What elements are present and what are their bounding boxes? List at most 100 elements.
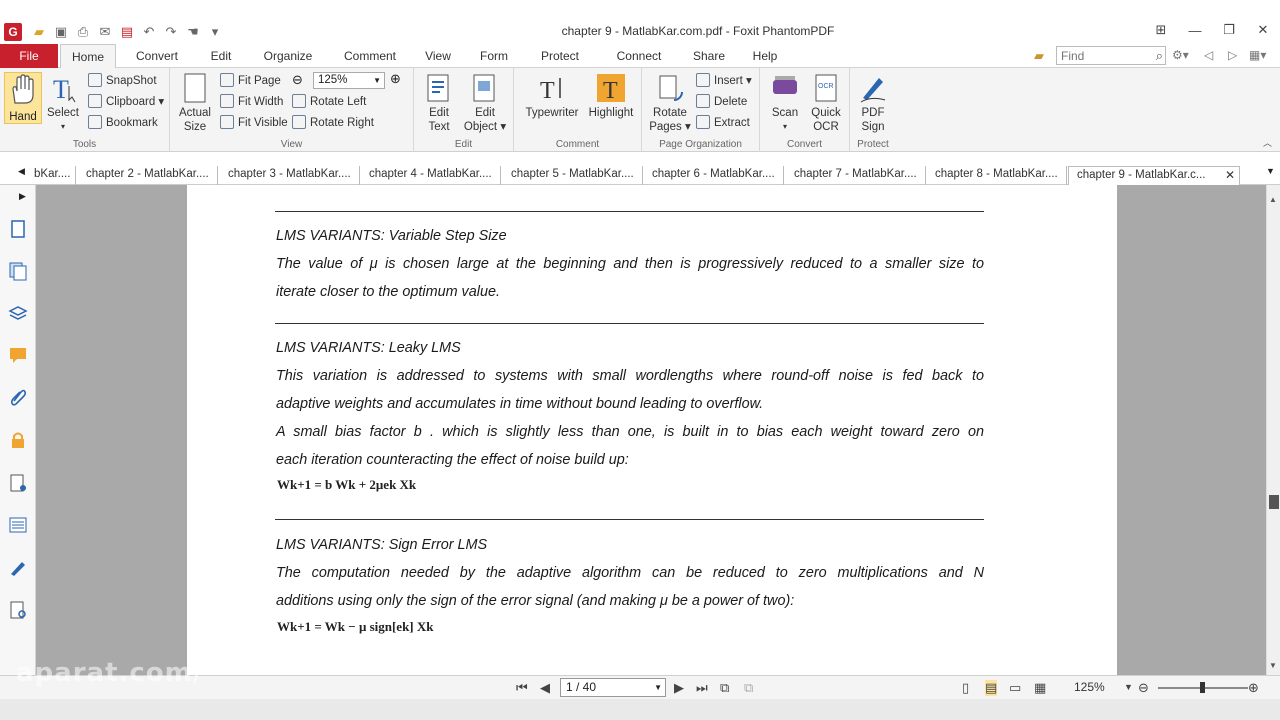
tab-protect[interactable]: Protect: [534, 44, 586, 68]
doc-tab-5[interactable]: chapter 5 - MatlabKar....: [503, 166, 643, 185]
facing-page-icon[interactable]: ▭: [1009, 680, 1021, 696]
zoom-level[interactable]: 125%: [1074, 680, 1105, 694]
hand-tool-button[interactable]: Hand: [4, 72, 42, 124]
fit-visible-button[interactable]: Fit Visible: [220, 114, 288, 132]
zoom-out-icon[interactable]: ⊖: [1138, 680, 1149, 696]
bookmark-button[interactable]: Bookmark: [88, 114, 158, 132]
next-page-icon[interactable]: ▶: [674, 680, 684, 696]
last-page-icon[interactable]: ⏭: [696, 680, 708, 696]
scroll-down-icon[interactable]: ▼: [1269, 661, 1277, 670]
tab-share[interactable]: Share: [688, 44, 730, 68]
find-input[interactable]: [1057, 47, 1145, 64]
edit-object-button[interactable]: Edit Object ▾: [462, 72, 508, 134]
single-page-icon[interactable]: ▯: [962, 680, 969, 696]
vertical-scrollbar[interactable]: ▲ ▼: [1266, 185, 1280, 675]
doc-tab-1[interactable]: bKar....: [26, 166, 76, 185]
layers-pages-icon[interactable]: [8, 261, 28, 281]
zoom-out-icon[interactable]: ⊖: [292, 72, 303, 88]
tab-home[interactable]: Home: [60, 44, 116, 69]
tab-edit[interactable]: Edit: [203, 44, 239, 68]
doc-tab-2[interactable]: chapter 2 - MatlabKar....: [78, 166, 218, 185]
snapshot-button[interactable]: SnapShot: [88, 72, 157, 90]
doc-tab-4[interactable]: chapter 4 - MatlabKar....: [361, 166, 501, 185]
fit-width-button[interactable]: Fit Width: [220, 93, 283, 111]
close-button[interactable]: ✕: [1246, 20, 1280, 40]
ocr-icon: OCR: [815, 74, 837, 102]
group-convert: Scan ▾ OCR Quick OCR Convert: [760, 68, 850, 152]
paragraph-line: each iteration counteracting the effect …: [276, 452, 629, 468]
signatures-icon[interactable]: [8, 558, 28, 578]
attachments-icon[interactable]: [8, 387, 28, 407]
collapse-ribbon-icon[interactable]: ︿: [1263, 136, 1272, 149]
scroll-up-icon[interactable]: ▲: [1269, 195, 1277, 204]
insert-button[interactable]: Insert ▾: [696, 72, 752, 90]
folder-search-icon[interactable]: ▰: [1034, 48, 1044, 64]
tabs-scroll-left-icon[interactable]: ◀: [18, 166, 25, 177]
layout-icon[interactable]: ▦▾: [1249, 48, 1266, 62]
fit-page-button[interactable]: Fit Page: [220, 72, 281, 90]
tab-organize[interactable]: Organize: [256, 44, 320, 68]
rotate-pages-button[interactable]: Rotate Pages ▾: [646, 72, 694, 134]
security-lock-icon[interactable]: [8, 430, 28, 450]
next-view-icon[interactable]: ⧉: [744, 680, 753, 696]
tab-connect[interactable]: Connect: [610, 44, 668, 68]
close-tab-icon[interactable]: ✕: [1225, 167, 1235, 184]
previous-page-icon[interactable]: ◀: [540, 680, 550, 696]
scroll-thumb[interactable]: [1269, 495, 1279, 509]
pdf-sign-button[interactable]: PDF Sign: [856, 72, 890, 134]
continuous-page-icon[interactable]: ▤: [985, 680, 998, 696]
rotate-left-button[interactable]: Rotate Left: [292, 93, 366, 111]
document-properties-icon[interactable]: [8, 473, 28, 493]
layers-icon[interactable]: [8, 303, 28, 323]
restore-button[interactable]: ❐: [1212, 20, 1246, 40]
previous-view-icon[interactable]: ⧉: [720, 680, 729, 696]
scan-button[interactable]: Scan ▾: [768, 72, 802, 134]
extract-button[interactable]: Extract: [696, 114, 750, 132]
delete-button[interactable]: Delete: [696, 93, 747, 111]
edit-text-button[interactable]: Edit Text: [420, 72, 458, 134]
zoom-in-icon[interactable]: ⊕: [1248, 680, 1259, 696]
tab-view[interactable]: View: [418, 44, 458, 68]
tab-convert[interactable]: Convert: [128, 44, 186, 68]
rotate-right-button[interactable]: Rotate Right: [292, 114, 374, 132]
ribbon: Hand T Select ▾ SnapShot Clipboard ▾ Boo…: [0, 68, 1280, 152]
forward-icon[interactable]: ▷: [1228, 48, 1237, 62]
clipboard-button[interactable]: Clipboard ▾: [88, 93, 164, 111]
zoom-in-icon[interactable]: ⊕: [390, 71, 401, 87]
quick-ocr-button[interactable]: OCR Quick OCR: [806, 72, 846, 134]
doc-tab-6[interactable]: chapter 6 - MatlabKar....: [644, 166, 784, 185]
ribbon-display-icon[interactable]: ⊞: [1144, 20, 1178, 40]
page-thumbnails-icon[interactable]: [8, 219, 28, 239]
doc-tab-7[interactable]: chapter 7 - MatlabKar....: [786, 166, 926, 185]
doc-tab-active-label: chapter 9 - MatlabKar.c...: [1077, 169, 1206, 181]
form-fields-icon[interactable]: [8, 515, 28, 535]
actual-size-button[interactable]: Actual Size: [178, 72, 212, 134]
settings-gear-icon[interactable]: ⚙▾: [1172, 48, 1189, 62]
doc-tab-active[interactable]: chapter 9 - MatlabKar.c... ✕: [1068, 166, 1240, 185]
select-tool-button[interactable]: T Select ▾: [46, 72, 80, 134]
page-number-select[interactable]: 1 / 40 ▼: [560, 678, 666, 697]
edit-object-label-2: Object: [463, 121, 498, 133]
tab-file[interactable]: File: [0, 44, 58, 68]
tabs-menu-icon[interactable]: ▼: [1266, 166, 1275, 176]
content-icon[interactable]: [8, 600, 28, 620]
zoom-slider-handle[interactable]: [1200, 682, 1205, 693]
expand-panel-icon[interactable]: ▶: [19, 191, 26, 202]
first-page-icon[interactable]: ⏮: [516, 680, 528, 696]
doc-tab-8[interactable]: chapter 8 - MatlabKar....: [927, 166, 1067, 185]
back-icon[interactable]: ◁: [1204, 48, 1213, 62]
typewriter-button[interactable]: T Typewriter: [522, 72, 582, 120]
tab-form[interactable]: Form: [474, 44, 514, 68]
zoom-select[interactable]: 125% ▼: [313, 72, 385, 89]
zoom-menu-icon[interactable]: ▼: [1124, 682, 1133, 692]
minimize-button[interactable]: —: [1178, 20, 1212, 40]
watermark-text: aparat.com/: [16, 658, 204, 688]
document-viewport[interactable]: LMS VARIANTS: Variable Step Size The val…: [36, 185, 1266, 675]
tab-help[interactable]: Help: [748, 44, 782, 68]
search-icon[interactable]: ⌕: [1156, 48, 1163, 64]
highlight-button[interactable]: T Highlight: [586, 72, 636, 120]
comments-icon[interactable]: [8, 345, 28, 365]
tab-comment[interactable]: Comment: [336, 44, 404, 68]
doc-tab-3[interactable]: chapter 3 - MatlabKar....: [220, 166, 360, 185]
continuous-facing-icon[interactable]: ▦: [1034, 680, 1046, 696]
